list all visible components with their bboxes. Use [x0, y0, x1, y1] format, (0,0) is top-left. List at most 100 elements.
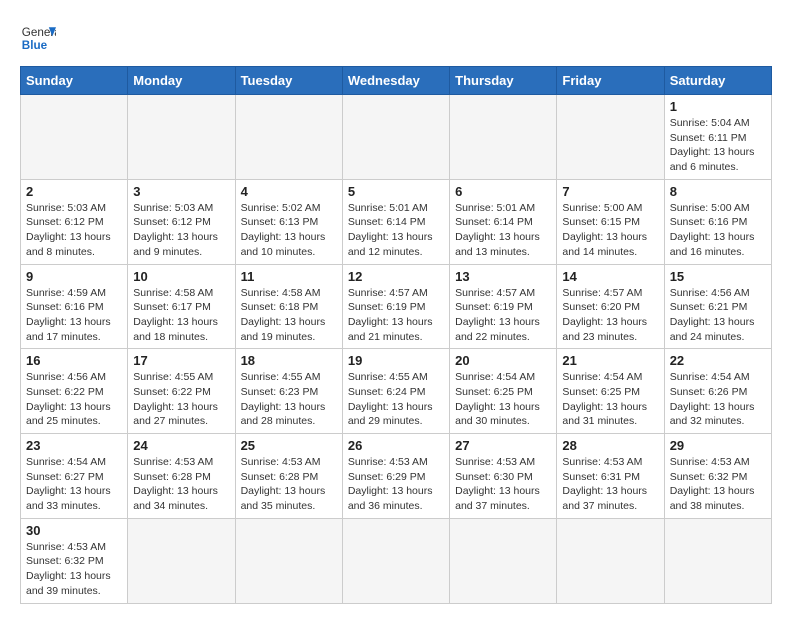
week-row-4: 16Sunrise: 4:56 AMSunset: 6:22 PMDayligh… — [21, 349, 772, 434]
calendar-cell: 14 Sunrise: 4:57 AMSunset: 6:20 PMDayligh… — [557, 264, 664, 349]
calendar-cell: 27 Sunrise: 4:53 AMSunset: 6:30 PMDayligh… — [450, 434, 557, 519]
day-number: 24 — [133, 438, 229, 453]
day-info: Sunrise: 4:59 AMSunset: 6:16 PMDaylight:… — [26, 286, 122, 345]
week-row-5: 23 Sunrise: 4:54 AMSunset: 6:27 PMDayligh… — [21, 434, 772, 519]
logo: General Blue — [20, 20, 56, 56]
calendar-cell: 9 Sunrise: 4:59 AMSunset: 6:16 PMDaylight… — [21, 264, 128, 349]
calendar-cell: 22 Sunrise: 4:54 AMSunset: 6:26 PMDayligh… — [664, 349, 771, 434]
day-info: Sunrise: 5:00 AMSunset: 6:15 PMDaylight:… — [562, 201, 658, 260]
calendar-cell: 8 Sunrise: 5:00 AMSunset: 6:16 PMDaylight… — [664, 179, 771, 264]
weekday-header-thursday: Thursday — [450, 67, 557, 95]
day-info: Sunrise: 4:53 AMSunset: 6:30 PMDaylight:… — [455, 455, 551, 514]
day-info: Sunrise: 4:55 AMSunset: 6:23 PMDaylight:… — [241, 370, 337, 429]
day-number: 14 — [562, 269, 658, 284]
day-number: 17 — [133, 353, 229, 368]
day-info: Sunrise: 4:53 AMSunset: 6:31 PMDaylight:… — [562, 455, 658, 514]
day-info: Sunrise: 5:01 AMSunset: 6:14 PMDaylight:… — [348, 201, 444, 260]
calendar-cell: 17Sunrise: 4:55 AMSunset: 6:22 PMDayligh… — [128, 349, 235, 434]
calendar-cell: 26Sunrise: 4:53 AMSunset: 6:29 PMDayligh… — [342, 434, 449, 519]
calendar-cell: 21Sunrise: 4:54 AMSunset: 6:25 PMDayligh… — [557, 349, 664, 434]
calendar-cell: 7 Sunrise: 5:00 AMSunset: 6:15 PMDaylight… — [557, 179, 664, 264]
day-number: 7 — [562, 184, 658, 199]
calendar-cell: 29Sunrise: 4:53 AMSunset: 6:32 PMDayligh… — [664, 434, 771, 519]
calendar-cell — [342, 518, 449, 603]
day-info: Sunrise: 4:54 AMSunset: 6:26 PMDaylight:… — [670, 370, 766, 429]
calendar-cell: 6Sunrise: 5:01 AMSunset: 6:14 PMDaylight… — [450, 179, 557, 264]
day-info: Sunrise: 4:53 AMSunset: 6:28 PMDaylight:… — [133, 455, 229, 514]
day-number: 23 — [26, 438, 122, 453]
day-info: Sunrise: 4:53 AMSunset: 6:32 PMDaylight:… — [26, 540, 122, 599]
day-info: Sunrise: 4:54 AMSunset: 6:25 PMDaylight:… — [455, 370, 551, 429]
weekday-header-row: SundayMondayTuesdayWednesdayThursdayFrid… — [21, 67, 772, 95]
calendar-cell — [557, 95, 664, 180]
calendar-cell — [235, 518, 342, 603]
day-number: 11 — [241, 269, 337, 284]
day-info: Sunrise: 4:55 AMSunset: 6:24 PMDaylight:… — [348, 370, 444, 429]
day-info: Sunrise: 4:57 AMSunset: 6:19 PMDaylight:… — [348, 286, 444, 345]
day-info: Sunrise: 4:56 AMSunset: 6:21 PMDaylight:… — [670, 286, 766, 345]
calendar-cell: 2Sunrise: 5:03 AMSunset: 6:12 PMDaylight… — [21, 179, 128, 264]
calendar-cell — [342, 95, 449, 180]
calendar-cell: 4Sunrise: 5:02 AMSunset: 6:13 PMDaylight… — [235, 179, 342, 264]
calendar-cell: 15 Sunrise: 4:56 AMSunset: 6:21 PMDayligh… — [664, 264, 771, 349]
calendar-cell: 3Sunrise: 5:03 AMSunset: 6:12 PMDaylight… — [128, 179, 235, 264]
day-number: 27 — [455, 438, 551, 453]
calendar-cell — [128, 518, 235, 603]
calendar-cell: 30 Sunrise: 4:53 AMSunset: 6:32 PMDayligh… — [21, 518, 128, 603]
day-info: Sunrise: 4:58 AMSunset: 6:18 PMDaylight:… — [241, 286, 337, 345]
calendar-cell: 25 Sunrise: 4:53 AMSunset: 6:28 PMDayligh… — [235, 434, 342, 519]
day-number: 8 — [670, 184, 766, 199]
calendar-cell: 16Sunrise: 4:56 AMSunset: 6:22 PMDayligh… — [21, 349, 128, 434]
day-number: 6 — [455, 184, 551, 199]
calendar-cell — [21, 95, 128, 180]
day-info: Sunrise: 5:02 AMSunset: 6:13 PMDaylight:… — [241, 201, 337, 260]
weekday-header-saturday: Saturday — [664, 67, 771, 95]
day-number: 3 — [133, 184, 229, 199]
calendar-cell — [128, 95, 235, 180]
calendar-cell: 5 Sunrise: 5:01 AMSunset: 6:14 PMDaylight… — [342, 179, 449, 264]
calendar-cell: 1 Sunrise: 5:04 AMSunset: 6:11 PMDaylight… — [664, 95, 771, 180]
week-row-6: 30 Sunrise: 4:53 AMSunset: 6:32 PMDayligh… — [21, 518, 772, 603]
day-number: 30 — [26, 523, 122, 538]
day-number: 26 — [348, 438, 444, 453]
day-number: 18 — [241, 353, 337, 368]
calendar-cell: 10 Sunrise: 4:58 AMSunset: 6:17 PMDayligh… — [128, 264, 235, 349]
day-number: 13 — [455, 269, 551, 284]
day-number: 9 — [26, 269, 122, 284]
calendar-cell: 20 Sunrise: 4:54 AMSunset: 6:25 PMDayligh… — [450, 349, 557, 434]
day-info: Sunrise: 4:57 AMSunset: 6:20 PMDaylight:… — [562, 286, 658, 345]
week-row-2: 2Sunrise: 5:03 AMSunset: 6:12 PMDaylight… — [21, 179, 772, 264]
calendar-cell: 12 Sunrise: 4:57 AMSunset: 6:19 PMDayligh… — [342, 264, 449, 349]
weekday-header-wednesday: Wednesday — [342, 67, 449, 95]
day-number: 19 — [348, 353, 444, 368]
day-info: Sunrise: 4:58 AMSunset: 6:17 PMDaylight:… — [133, 286, 229, 345]
day-number: 12 — [348, 269, 444, 284]
weekday-header-friday: Friday — [557, 67, 664, 95]
day-info: Sunrise: 4:53 AMSunset: 6:28 PMDaylight:… — [241, 455, 337, 514]
day-number: 5 — [348, 184, 444, 199]
day-number: 29 — [670, 438, 766, 453]
day-number: 22 — [670, 353, 766, 368]
week-row-1: 1 Sunrise: 5:04 AMSunset: 6:11 PMDaylight… — [21, 95, 772, 180]
calendar-cell — [235, 95, 342, 180]
page-header: General Blue — [20, 20, 772, 56]
day-info: Sunrise: 5:00 AMSunset: 6:16 PMDaylight:… — [670, 201, 766, 260]
calendar-cell: 28Sunrise: 4:53 AMSunset: 6:31 PMDayligh… — [557, 434, 664, 519]
day-number: 25 — [241, 438, 337, 453]
day-number: 2 — [26, 184, 122, 199]
calendar-cell — [557, 518, 664, 603]
week-row-3: 9 Sunrise: 4:59 AMSunset: 6:16 PMDaylight… — [21, 264, 772, 349]
day-number: 1 — [670, 99, 766, 114]
weekday-header-tuesday: Tuesday — [235, 67, 342, 95]
logo-icon: General Blue — [20, 20, 56, 56]
day-number: 15 — [670, 269, 766, 284]
weekday-header-sunday: Sunday — [21, 67, 128, 95]
day-number: 10 — [133, 269, 229, 284]
day-info: Sunrise: 4:56 AMSunset: 6:22 PMDaylight:… — [26, 370, 122, 429]
day-info: Sunrise: 5:04 AMSunset: 6:11 PMDaylight:… — [670, 116, 766, 175]
calendar-cell: 11 Sunrise: 4:58 AMSunset: 6:18 PMDayligh… — [235, 264, 342, 349]
day-number: 20 — [455, 353, 551, 368]
svg-text:Blue: Blue — [22, 39, 48, 52]
day-info: Sunrise: 4:54 AMSunset: 6:27 PMDaylight:… — [26, 455, 122, 514]
day-number: 21 — [562, 353, 658, 368]
